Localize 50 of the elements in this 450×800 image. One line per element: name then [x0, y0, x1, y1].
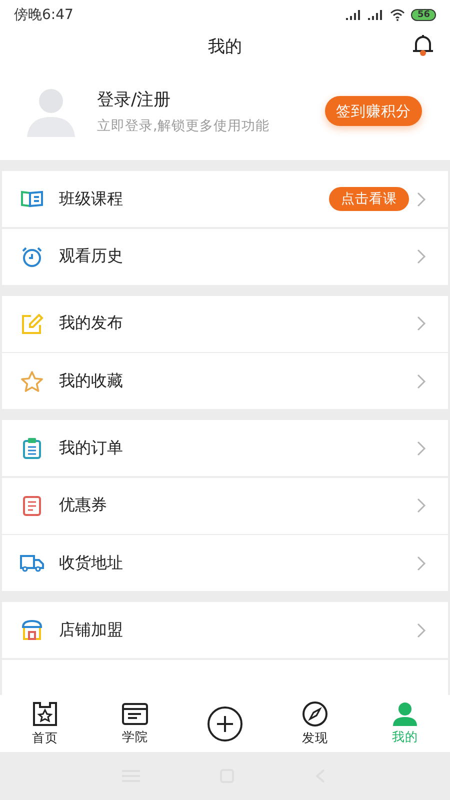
document-icon: [20, 494, 44, 516]
battery-indicator: 56: [411, 9, 436, 21]
shop-icon: [20, 619, 44, 641]
menu-item[interactable]: 我的订单: [2, 420, 448, 476]
home-icon: [32, 700, 58, 726]
signal-icon: [346, 10, 362, 20]
tab-bar-item[interactable]: 学院: [90, 695, 180, 752]
truck-icon: [20, 554, 44, 572]
folder-icon: [121, 702, 149, 726]
chevron-right-icon: [417, 316, 426, 331]
tab-bar-item[interactable]: 发现: [270, 695, 360, 752]
tab-bar-item[interactable]: 首页: [0, 695, 90, 752]
menu-label: 我的收藏: [59, 370, 124, 392]
chevron-right-icon: [417, 374, 426, 388]
compass-icon: [302, 700, 328, 726]
menu-label: 班级课程: [59, 188, 124, 210]
menu-label: 优惠券: [59, 495, 108, 516]
chevron-right-icon: [417, 192, 426, 206]
book-icon: [20, 190, 44, 208]
menu-label: 观看历史: [59, 246, 124, 267]
chevron-right-icon: [417, 622, 426, 638]
menu-label: 我的订单: [59, 438, 124, 458]
chevron-right-icon: [417, 498, 426, 513]
login-link[interactable]: 登录/注册: [97, 88, 305, 110]
menu-item[interactable]: 优惠券: [2, 478, 448, 534]
chevron-right-icon: [417, 440, 426, 456]
status-time: 傍晚6:47: [14, 6, 74, 24]
menu-label: 收货地址: [59, 552, 124, 574]
menu-item[interactable]: 店铺加盟: [2, 602, 448, 658]
login-hint: 立即登录,解锁更多使用功能: [97, 116, 270, 134]
profile-card[interactable]: 登录/注册 立即登录,解锁更多使用功能 签到赚积分: [0, 62, 450, 160]
chevron-right-icon: [417, 556, 426, 570]
alarm-clock-icon: [20, 246, 44, 266]
chevron-right-icon: [417, 249, 426, 264]
star-icon: [20, 370, 44, 392]
wifi-icon: [390, 9, 406, 21]
menu-item[interactable]: 我的收藏: [2, 353, 448, 409]
clipboard-icon: [20, 437, 44, 459]
menu-item[interactable]: 观看历史: [2, 228, 448, 284]
page-title: 我的: [208, 36, 242, 58]
menu-item[interactable]: 我的发布: [2, 296, 448, 352]
edit-icon: [20, 314, 44, 334]
add-icon: [207, 706, 243, 742]
menu-item[interactable]: 收货地址: [2, 535, 448, 591]
signal-icon: [368, 10, 384, 20]
person-icon: [392, 702, 418, 726]
bell-icon[interactable]: [412, 33, 434, 57]
menu-label: 店铺加盟: [59, 620, 124, 640]
menu-label: 我的发布: [59, 313, 124, 334]
menu-item[interactable]: 班级课程 点击看课: [2, 171, 448, 227]
